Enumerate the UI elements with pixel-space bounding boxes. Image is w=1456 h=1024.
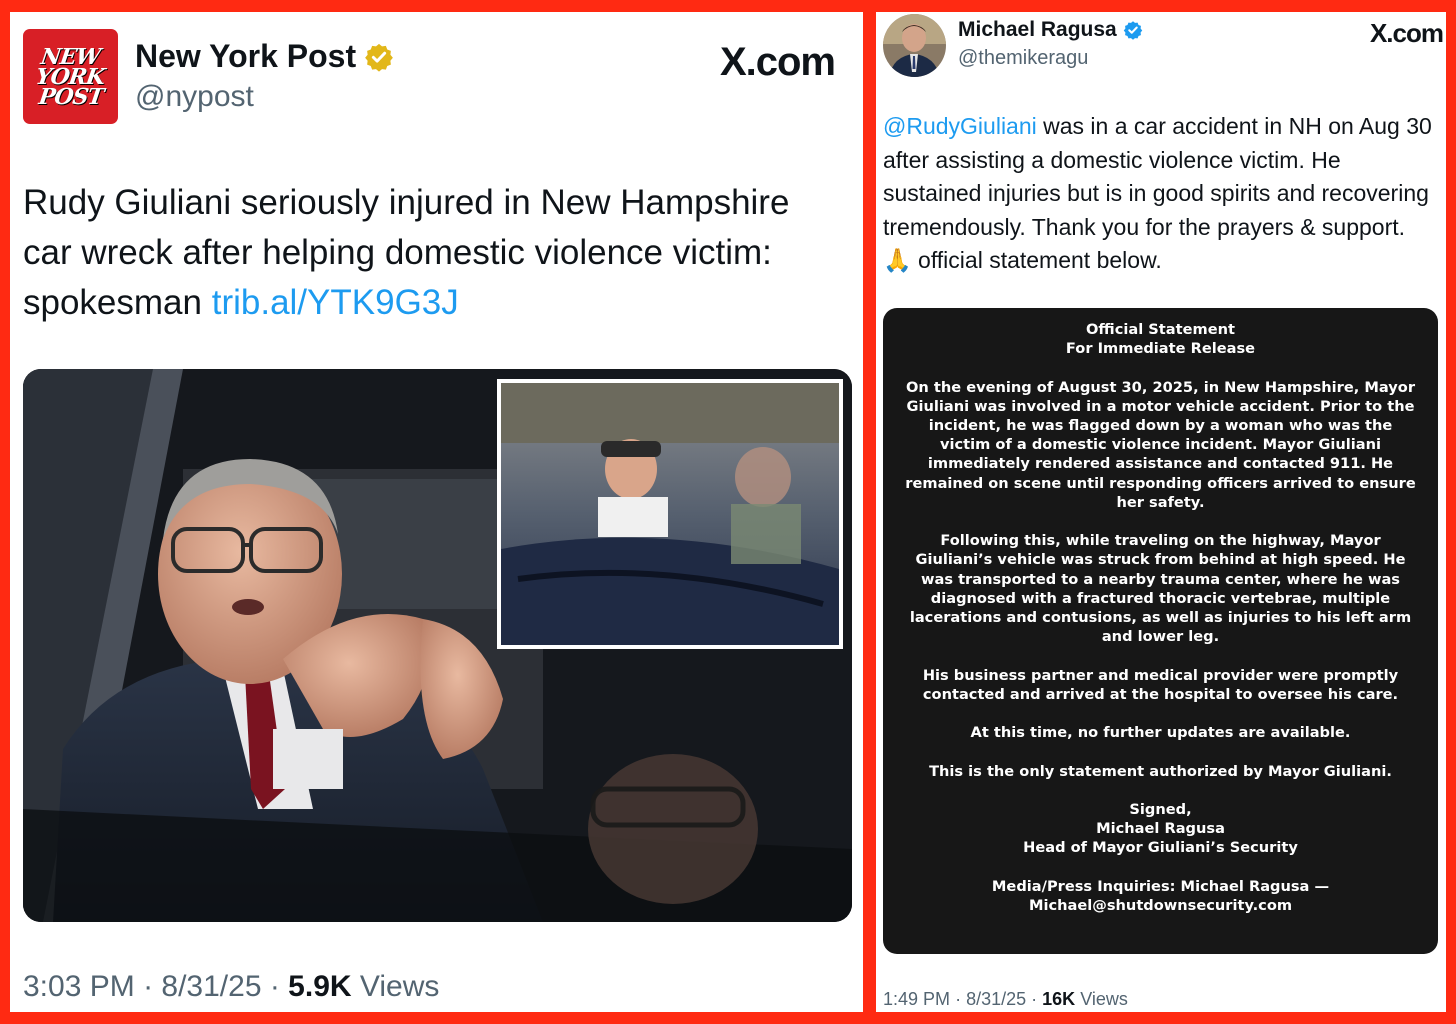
ragusa-avatar[interactable]: [883, 14, 946, 77]
statement-press-contact: Media/Press Inquiries: Michael Ragusa — …: [901, 877, 1420, 915]
avatar-illustration: [883, 14, 946, 77]
tweet-meta: 1:49 PM · 8/31/25 · 16K Views: [883, 989, 1128, 1010]
tweet-text: Rudy Giuliani seriously injured in New H…: [23, 178, 843, 328]
views-label: Views: [1080, 989, 1128, 1009]
author-name-row[interactable]: Michael Ragusa: [958, 18, 1143, 42]
ragusa-tweet-card: Michael Ragusa @themikeragu X.com @RudyG…: [876, 12, 1446, 1012]
mention-link[interactable]: @RudyGiuliani: [883, 113, 1037, 139]
tweet-link[interactable]: trib.al/YTK9G3J: [212, 283, 459, 322]
views-count: 5.9K: [288, 970, 352, 1003]
site-watermark: X.com: [1369, 18, 1444, 48]
author-name-row[interactable]: New York Post: [135, 38, 394, 75]
tweet-date[interactable]: 8/31/25: [966, 989, 1026, 1009]
author-handle[interactable]: @nypost: [135, 80, 254, 114]
tweet-time[interactable]: 1:49 PM: [883, 989, 950, 1009]
official-statement-image[interactable]: Official Statement For Immediate Release…: [883, 308, 1438, 954]
signer-name: Michael Ragusa: [1096, 820, 1225, 838]
statement-signature: Signed, Michael Ragusa Head of Mayor Giu…: [901, 800, 1420, 858]
meta-separator: ·: [955, 989, 967, 1009]
author-handle[interactable]: @themikeragu: [958, 47, 1088, 70]
verified-blue-badge-icon: [1123, 21, 1142, 40]
photo-illustration: [23, 369, 852, 922]
statement-title-line-2: For Immediate Release: [1065, 340, 1256, 358]
press-line-2: Michael@shutdownsecurity.com: [1028, 896, 1293, 914]
statement-title-line-1: Official Statement: [1086, 321, 1235, 338]
tweet-date[interactable]: 8/31/25: [161, 970, 261, 1003]
statement-paragraph-2: Following this, while traveling on the h…: [909, 532, 1412, 646]
statement-paragraph-4: At this time, no further updates are ava…: [970, 724, 1351, 742]
site-watermark: X.com: [719, 40, 836, 84]
tweet-text: @RudyGiuliani was in a car accident in N…: [883, 110, 1438, 278]
tweet-time[interactable]: 3:03 PM: [23, 970, 135, 1003]
statement-paragraph-1: On the evening of August 30, 2025, in Ne…: [905, 378, 1416, 511]
signer-title: Head of Mayor Giuliani’s Security: [1023, 839, 1298, 857]
press-line-1: Media/Press Inquiries: Michael Ragusa —: [991, 877, 1330, 895]
statement-paragraph-3: His business partner and medical provide…: [922, 666, 1399, 703]
meta-separator: ·: [143, 970, 162, 1003]
avatar-logo-line-3: POST: [36, 83, 105, 110]
nypost-avatar[interactable]: NEW YORK POST: [23, 29, 118, 124]
meta-separator: ·: [1031, 989, 1043, 1009]
statement-title: Official Statement For Immediate Release: [901, 320, 1420, 358]
meta-separator: ·: [269, 970, 289, 1003]
tweet-photo[interactable]: [23, 369, 852, 922]
nypost-tweet-card: NEW YORK POST New York Post @nypost X.co…: [10, 12, 863, 1012]
author-name[interactable]: Michael Ragusa: [958, 18, 1117, 42]
signed-label: Signed,: [1129, 800, 1192, 818]
views-label: Views: [359, 970, 440, 1003]
statement-paragraph-5: This is the only statement authorized by…: [929, 762, 1392, 780]
verified-gold-badge-icon: [365, 43, 393, 72]
tweet-meta: 3:03 PM · 8/31/25 · 5.9K Views: [23, 970, 439, 1004]
author-name[interactable]: New York Post: [135, 38, 356, 75]
views-count: 16K: [1042, 989, 1076, 1009]
